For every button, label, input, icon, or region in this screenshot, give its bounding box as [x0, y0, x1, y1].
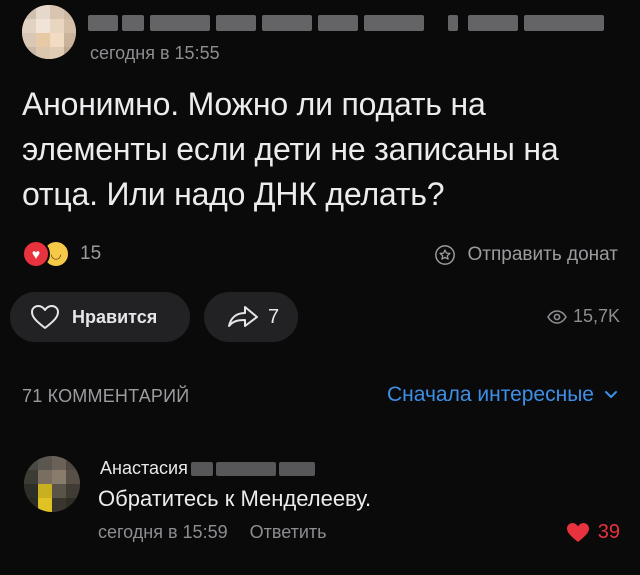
- commenter-avatar[interactable]: [24, 456, 80, 512]
- author-surname-redacted-3: [278, 461, 315, 476]
- post-body-text: Анонимно. Можно ли подать на элементы ес…: [22, 86, 559, 212]
- heart-filled-icon: [566, 523, 589, 542]
- share-arrow-icon: [228, 306, 258, 327]
- like-button[interactable]: Нравится: [10, 292, 190, 342]
- post-timestamp: сегодня в 15:55: [90, 43, 220, 63]
- comment-like-button[interactable]: 39: [566, 521, 620, 544]
- reactions-summary[interactable]: ♥ ◡ 15: [22, 240, 102, 268]
- author-avatar[interactable]: [22, 5, 76, 59]
- comment-like-count: 39: [597, 521, 620, 543]
- author-surname-redacted: [190, 461, 213, 476]
- heart-reaction-icon: ♥: [22, 240, 50, 268]
- share-count: 7: [268, 305, 280, 328]
- donate-icon: [434, 245, 455, 265]
- like-label: Нравится: [72, 306, 158, 327]
- comments-count: 71 КОММЕНТАРИЙ: [22, 386, 190, 406]
- chevron-down-icon: [605, 391, 617, 398]
- reply-button[interactable]: Ответить: [250, 522, 327, 543]
- donate-button[interactable]: Отправить донат: [434, 244, 619, 266]
- donate-label: Отправить донат: [467, 244, 619, 265]
- comment-timestamp: сегодня в 15:59: [98, 522, 228, 542]
- comment-author-name: Анастасия: [100, 458, 188, 478]
- share-button[interactable]: 7: [204, 292, 298, 342]
- comment-meta: сегодня в 15:59 Ответить: [98, 522, 327, 543]
- views-count: 15,7K: [572, 306, 620, 326]
- comment-author[interactable]: Анастасия: [100, 458, 315, 479]
- author-surname-redacted-2: [215, 461, 276, 476]
- heart-outline-icon: [31, 305, 59, 329]
- author-name-redacted[interactable]: [88, 11, 618, 33]
- post-header: сегодня в 15:55: [22, 5, 622, 65]
- sort-label: Сначала интересные: [387, 383, 594, 406]
- eye-icon: [547, 309, 567, 324]
- reactions-count: 15: [80, 243, 102, 264]
- comments-sort-dropdown[interactable]: Сначала интересные: [387, 383, 618, 407]
- views-counter: 15,7K: [547, 306, 620, 327]
- comment-text: Обратитесь к Менделееву.: [98, 486, 372, 511]
